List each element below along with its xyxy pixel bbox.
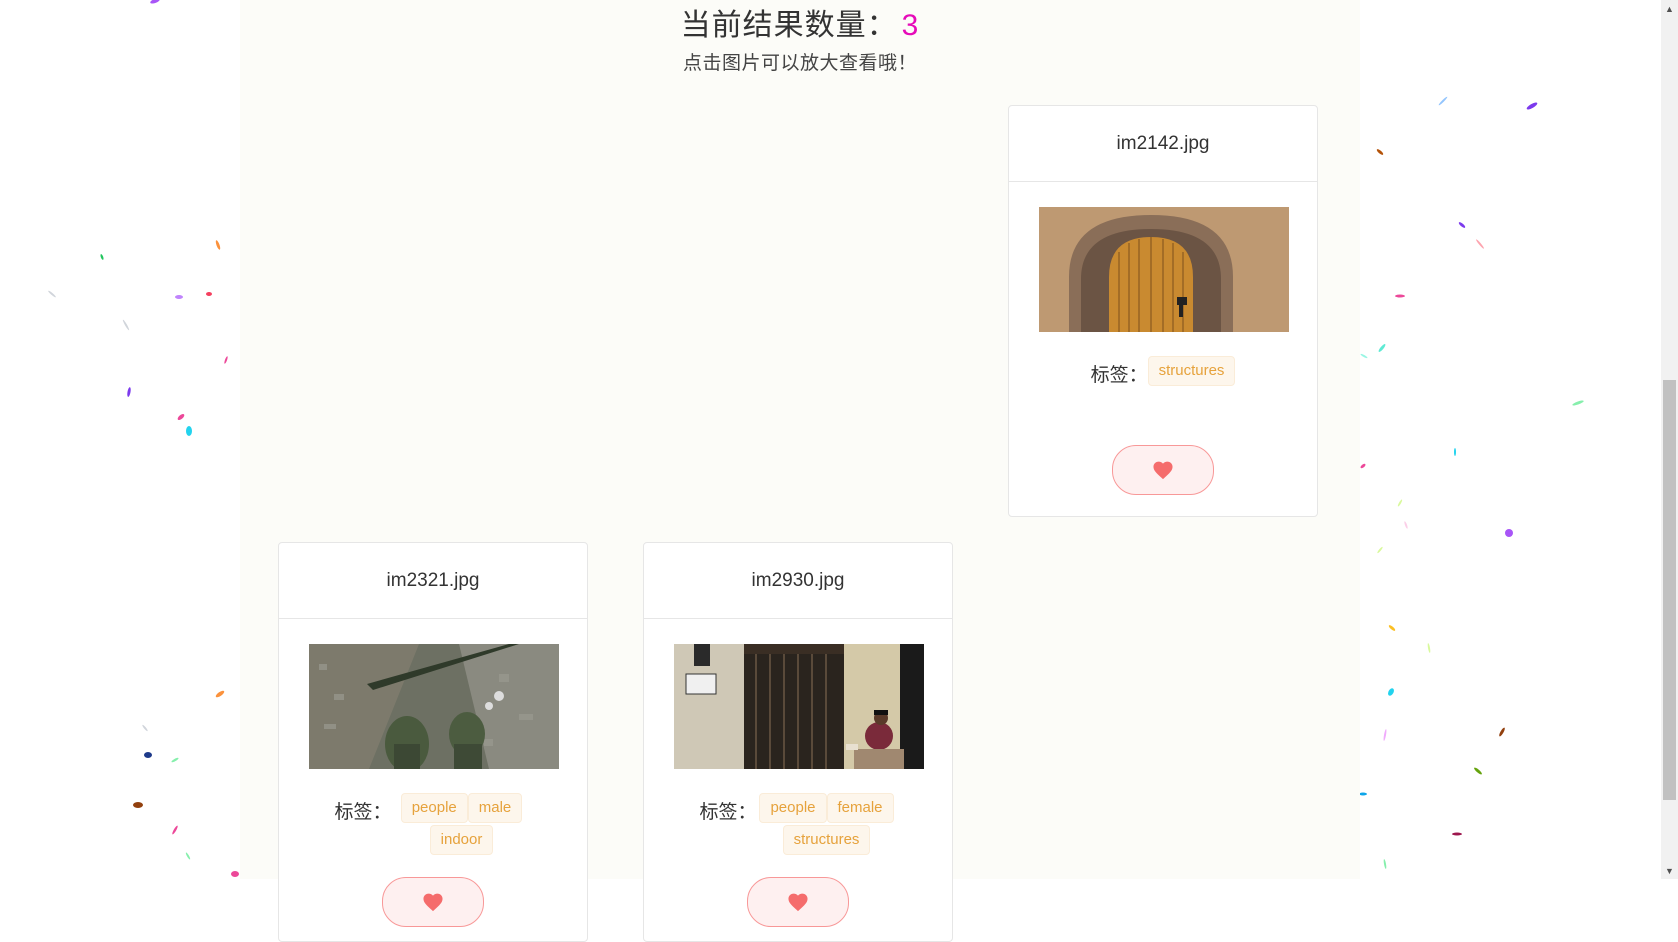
tag[interactable]: male bbox=[467, 793, 523, 823]
scroll-up-icon[interactable]: ▲ bbox=[1661, 0, 1678, 17]
results-panel: 当前结果数量： 3 点击图片可以放大查看哦！ im2142.jpg 标签： st… bbox=[240, 0, 1360, 942]
tag-list: structures bbox=[1147, 356, 1236, 388]
card-body: 标签： structures bbox=[1009, 182, 1317, 495]
tag[interactable]: structures bbox=[1147, 356, 1236, 386]
scroll-down-icon[interactable]: ▼ bbox=[1661, 862, 1678, 879]
image-card: im2142.jpg 标签： structures bbox=[1008, 105, 1318, 517]
tag[interactable]: people bbox=[759, 793, 827, 823]
like-button[interactable] bbox=[1112, 445, 1214, 495]
tags-label: 标签： bbox=[699, 802, 757, 823]
tags-label: 标签： bbox=[334, 802, 392, 823]
tags-row: 标签： people male indoor bbox=[309, 793, 557, 857]
tag[interactable]: indoor bbox=[429, 825, 494, 855]
image-card: im2930.jpg 标签： people female structures bbox=[643, 542, 953, 942]
heart-icon bbox=[423, 893, 443, 912]
tags-row: 标签： people female structures bbox=[674, 793, 922, 857]
card-filename: im2930.jpg bbox=[644, 543, 952, 619]
heart-icon bbox=[788, 893, 808, 912]
heart-icon bbox=[1153, 461, 1173, 480]
result-count-value: 3 bbox=[901, 9, 920, 42]
card-image[interactable] bbox=[1039, 207, 1289, 332]
card-filename: im2142.jpg bbox=[1009, 106, 1317, 182]
result-count-title: 当前结果数量： 3 bbox=[240, 6, 1360, 46]
zoom-hint: 点击图片可以放大查看哦！ bbox=[682, 53, 917, 74]
tag-list: people female structures bbox=[757, 793, 897, 857]
tags-label: 标签： bbox=[1090, 365, 1148, 386]
tag[interactable]: structures bbox=[782, 825, 871, 855]
card-image[interactable] bbox=[309, 644, 559, 769]
card-body: 标签： people male indoor bbox=[279, 619, 587, 927]
vertical-scrollbar[interactable]: ▲ ▼ bbox=[1661, 0, 1678, 879]
image-card: im2321.jpg 标签： people male indoor bbox=[278, 542, 588, 942]
tag[interactable]: female bbox=[826, 793, 894, 823]
card-image[interactable] bbox=[674, 644, 924, 769]
tag-list: people male indoor bbox=[392, 793, 532, 857]
like-button[interactable] bbox=[382, 877, 484, 927]
scroll-thumb[interactable] bbox=[1663, 380, 1676, 800]
tags-row: 标签： structures bbox=[1039, 356, 1287, 388]
results-header: 当前结果数量： 3 点击图片可以放大查看哦！ bbox=[240, 6, 1360, 75]
card-filename: im2321.jpg bbox=[279, 543, 587, 619]
like-button[interactable] bbox=[747, 877, 849, 927]
card-body: 标签： people female structures bbox=[644, 619, 952, 927]
tag[interactable]: people bbox=[400, 793, 468, 823]
result-count-label: 当前结果数量： bbox=[680, 9, 898, 42]
